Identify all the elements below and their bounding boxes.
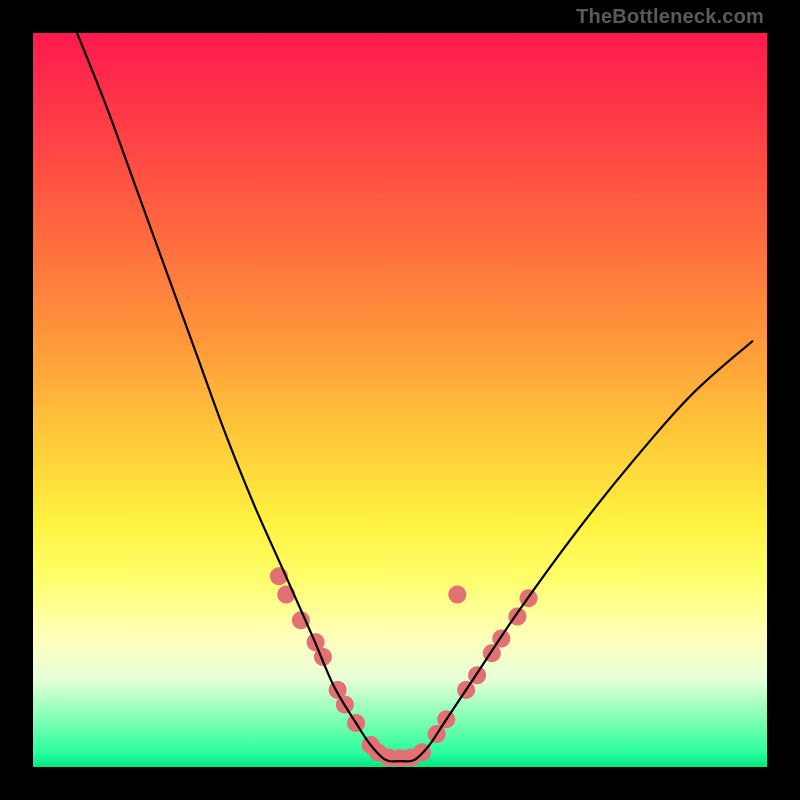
chart-overlay [33, 33, 767, 767]
plot-area [33, 33, 767, 767]
bottleneck-curve [77, 33, 752, 761]
marker-dot [277, 586, 295, 604]
markers-group [270, 567, 538, 767]
chart-frame: TheBottleneck.com [0, 0, 800, 800]
marker-dot [448, 586, 466, 604]
attribution-text: TheBottleneck.com [576, 6, 764, 29]
